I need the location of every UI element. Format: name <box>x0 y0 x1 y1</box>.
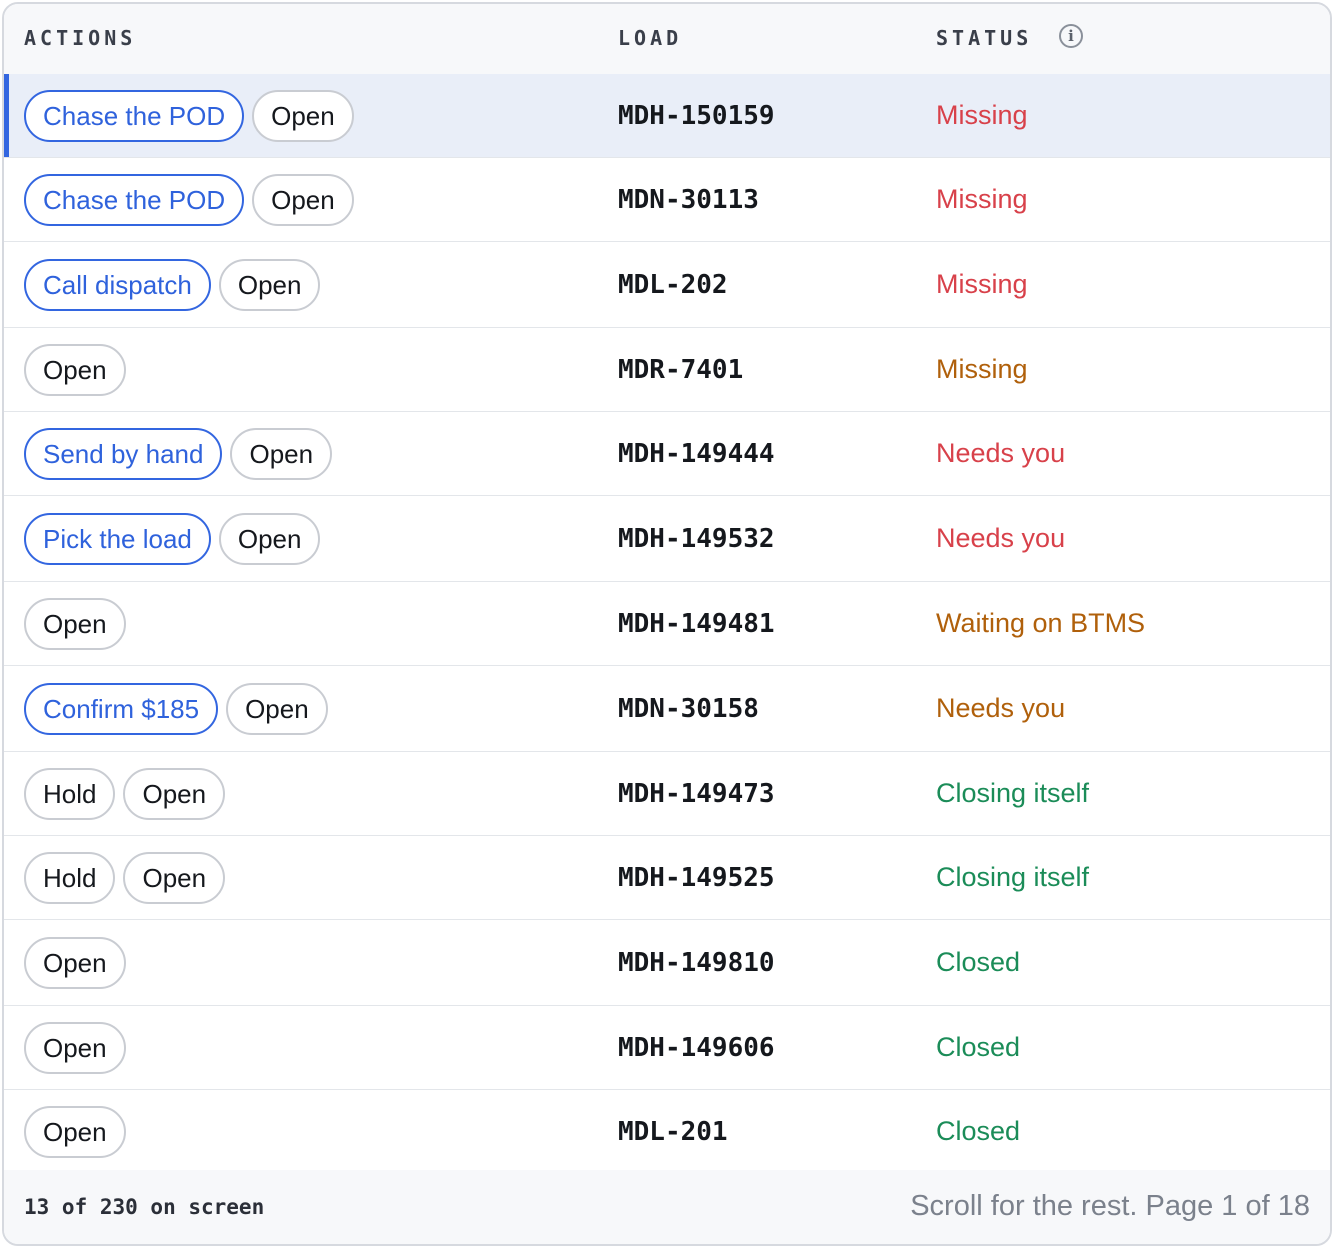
row-actions: Hold Open <box>24 752 226 835</box>
confirm-185-button[interactable]: Confirm $185 <box>24 682 219 735</box>
open-button[interactable]: Open <box>24 1021 126 1074</box>
table-row[interactable]: Confirm $185 Open MDN-30158 Needs you <box>4 666 1330 752</box>
info-icon[interactable]: i <box>1059 24 1083 48</box>
table-body: Chase the POD Open MDH-150159 Missing Chase … <box>4 74 1330 1174</box>
status-text: Needs you <box>936 693 1066 723</box>
load-id: MDR-7401 <box>618 354 744 385</box>
table-row[interactable]: Chase the POD Open MDN-30113 Missing <box>4 158 1330 242</box>
status-text: Closed <box>936 1032 1021 1062</box>
table-row[interactable]: Open MDL-201 Closed <box>4 1090 1330 1174</box>
load-id: MDN-30158 <box>618 693 759 724</box>
row-actions: Open <box>24 582 126 665</box>
load-id: MDH-149444 <box>618 438 775 469</box>
status-text: Missing <box>936 269 1028 299</box>
column-header-actions: ACTIONS <box>24 26 137 50</box>
open-button[interactable]: Open <box>24 597 126 650</box>
load-id: MDL-201 <box>618 1116 728 1147</box>
status-text: Closed <box>936 947 1021 977</box>
table-row[interactable]: Open MDR-7401 Missing <box>4 328 1330 412</box>
row-actions: Hold Open <box>24 836 226 919</box>
table-row[interactable]: Call dispatch Open MDL-202 Missing <box>4 242 1330 328</box>
table-row[interactable]: Open MDH-149481 Waiting on BTMS <box>4 582 1330 666</box>
table-header: ACTIONS LOAD STATUS i <box>4 4 1330 75</box>
table-row[interactable]: Pick the load Open MDH-149532 Needs you <box>4 496 1330 582</box>
load-id: MDH-149810 <box>618 947 775 978</box>
pagination-hint: Scroll for the rest. Page 1 of 18 <box>910 1190 1310 1222</box>
open-button[interactable]: Open <box>123 767 226 820</box>
load-id: MDN-30113 <box>618 184 759 215</box>
row-actions: Open <box>24 1006 126 1089</box>
status-text: Missing <box>936 184 1028 214</box>
row-actions: Chase the POD Open <box>24 74 354 157</box>
row-actions: Pick the load Open <box>24 496 321 581</box>
hold-button[interactable]: Hold <box>24 767 116 820</box>
open-button[interactable]: Open <box>24 936 126 989</box>
table-row[interactable]: Open MDH-149606 Closed <box>4 1006 1330 1090</box>
row-actions: Open <box>24 1090 126 1173</box>
chase-the-pod-button[interactable]: Chase the POD <box>24 89 245 142</box>
status-text: Closing itself <box>936 862 1090 892</box>
load-id: MDH-149481 <box>618 608 775 639</box>
chase-the-pod-button[interactable]: Chase the POD <box>24 173 245 226</box>
status-text: Missing <box>936 354 1028 384</box>
row-actions: Confirm $185 Open <box>24 666 328 751</box>
open-button[interactable]: Open <box>226 682 328 735</box>
open-button[interactable]: Open <box>230 427 333 480</box>
status-text: Missing <box>936 100 1028 130</box>
table-footer: 13 of 230 on screen Scroll for the rest.… <box>4 1170 1330 1244</box>
table-row[interactable]: Chase the POD Open MDH-150159 Missing <box>4 74 1330 158</box>
load-id: MDH-149473 <box>618 778 775 809</box>
open-button[interactable]: Open <box>218 258 321 311</box>
load-id: MDH-150159 <box>618 100 775 131</box>
status-text: Waiting on BTMS <box>936 608 1146 638</box>
open-button[interactable]: Open <box>24 343 126 396</box>
send-by-hand-button[interactable]: Send by hand <box>24 427 223 480</box>
status-text: Closed <box>936 1116 1021 1146</box>
table-row[interactable]: Send by hand Open MDH-149444 Needs you <box>4 412 1330 496</box>
load-id: MDH-149606 <box>618 1032 775 1063</box>
open-button[interactable]: Open <box>252 173 354 226</box>
load-id: MDL-202 <box>618 269 728 300</box>
loads-table-card: ACTIONS LOAD STATUS i Chase the POD Open M… <box>2 2 1332 1246</box>
table-row[interactable]: Hold Open MDH-149525 Closing itself <box>4 836 1330 920</box>
status-text: Needs you <box>936 523 1066 553</box>
row-actions: Open <box>24 328 126 411</box>
row-actions: Chase the POD Open <box>24 158 354 241</box>
row-actions: Send by hand Open <box>24 412 333 495</box>
open-button[interactable]: Open <box>252 89 354 142</box>
load-id: MDH-149525 <box>618 862 775 893</box>
table-row[interactable]: Open MDH-149810 Closed <box>4 920 1330 1006</box>
status-text: Closing itself <box>936 778 1090 808</box>
load-id: MDH-149532 <box>618 523 775 554</box>
hold-button[interactable]: Hold <box>24 851 116 904</box>
table-row[interactable]: Hold Open MDH-149473 Closing itself <box>4 752 1330 836</box>
column-header-status: STATUS <box>936 26 1033 50</box>
column-header-load: LOAD <box>618 26 683 50</box>
open-button[interactable]: Open <box>24 1105 126 1158</box>
open-button[interactable]: Open <box>218 512 321 565</box>
open-button[interactable]: Open <box>123 851 226 904</box>
pick-the-load-button[interactable]: Pick the load <box>24 512 211 565</box>
row-count-text: 13 of 230 on screen <box>24 1195 265 1219</box>
status-text: Needs you <box>936 438 1066 468</box>
row-actions: Call dispatch Open <box>24 242 321 327</box>
call-dispatch-button[interactable]: Call dispatch <box>24 258 211 311</box>
row-actions: Open <box>24 920 126 1005</box>
